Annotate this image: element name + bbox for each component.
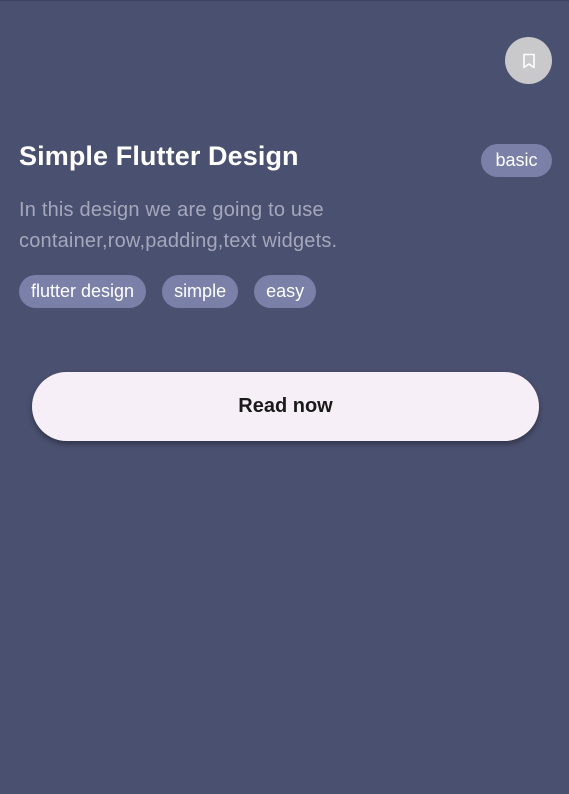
tag-chip[interactable]: flutter design [19,275,147,308]
card-title: Simple Flutter Design [19,141,299,171]
read-now-label: Read now [238,395,333,417]
category-badge: basic [481,144,552,177]
tag-chip[interactable]: simple [162,275,239,308]
card-description: In this design we are going to use conta… [19,199,338,252]
bookmark-icon [522,53,536,69]
tag-chip[interactable]: easy [254,275,317,308]
read-now-button[interactable]: Read now [32,372,539,441]
tag-list: flutter design simple easy [19,275,317,308]
bookmark-button[interactable] [505,37,552,84]
top-border [0,0,569,1]
